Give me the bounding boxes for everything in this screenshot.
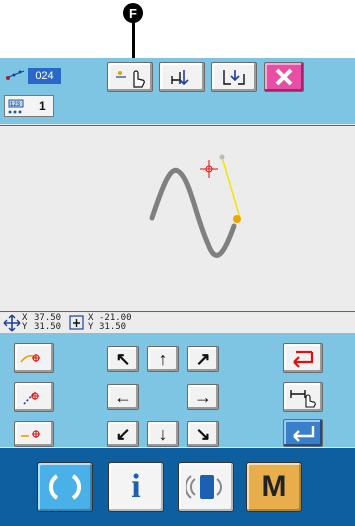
arrow-down-icon: ↓: [158, 424, 168, 444]
stitch-curve: [149, 167, 237, 258]
current-point: [233, 215, 241, 223]
stitch-point-icon: [5, 70, 25, 80]
arrow-up-button[interactable]: ↑: [147, 346, 179, 372]
move-amount-button[interactable]: [283, 382, 323, 412]
arrow-down-right-button[interactable]: ↘: [187, 421, 219, 447]
feed-mode-button[interactable]: [211, 62, 257, 92]
cursor-marker: [200, 160, 218, 178]
enter-icon: [293, 426, 315, 442]
abs-y-label: Y: [22, 322, 28, 332]
rel-y-label: Y: [88, 322, 94, 332]
parameter-field[interactable]: 123 1: [4, 95, 54, 117]
cancel-button[interactable]: [264, 62, 304, 92]
stitch-number: 024: [28, 68, 61, 84]
ready-icon: [49, 474, 81, 500]
svg-text:123: 123: [10, 102, 21, 108]
return-icon: [293, 350, 314, 368]
next-point-icon: [21, 430, 40, 438]
arrow-up-left-button[interactable]: ↖: [107, 346, 139, 372]
move-multi-point-button[interactable]: [14, 382, 54, 412]
information-button[interactable]: i: [108, 462, 164, 512]
guide-line: [221, 156, 241, 219]
stitch-mode-icon: [171, 70, 189, 86]
pattern-canvas[interactable]: [0, 125, 355, 312]
rel-y-value: 31.50: [99, 322, 127, 332]
hand-point-icon: [116, 70, 145, 88]
arrow-left-icon: ←: [114, 387, 132, 407]
coordinate-bar: X Y 37.50 31.50 X Y -21.00 31.50: [0, 313, 355, 333]
multi-point-icon: [23, 391, 39, 405]
communication-button[interactable]: [178, 462, 234, 512]
ready-key-button[interactable]: [37, 462, 93, 512]
absolute-coord-icon: [3, 314, 21, 332]
parameter-icon: 123: [8, 99, 24, 114]
rel-value-col: -21.00 31.50: [99, 314, 132, 332]
arrow-up-right-icon: ↗: [195, 349, 211, 369]
arrow-left-button[interactable]: ←: [107, 384, 139, 410]
close-icon: [275, 68, 293, 86]
info-icon: i: [131, 468, 141, 505]
arrow-up-left-icon: ↖: [115, 349, 131, 369]
move-to-previous-point-button[interactable]: [14, 343, 54, 373]
previous-point-icon: [20, 354, 40, 363]
stitch-mode-button[interactable]: [159, 62, 205, 92]
point-select-button[interactable]: [107, 62, 153, 92]
arrow-down-left-icon: ↙: [115, 424, 131, 444]
abs-y-value: 31.50: [34, 322, 62, 332]
parameter-value: 1: [39, 99, 46, 113]
arrow-down-right-icon: ↘: [195, 424, 211, 444]
arrow-down-left-button[interactable]: ↙: [107, 421, 139, 447]
arrow-down-button[interactable]: ↓: [147, 421, 179, 447]
return-button[interactable]: [283, 343, 323, 373]
menu-label: M: [261, 470, 287, 503]
enter-button[interactable]: [283, 419, 323, 447]
communication-icon: [186, 475, 222, 499]
move-to-next-point-button[interactable]: [14, 421, 54, 447]
rel-label-col: X Y: [88, 314, 93, 332]
feed-mode-icon: [223, 70, 245, 85]
abs-label-col: X Y: [22, 314, 27, 332]
arrow-up-right-button[interactable]: ↗: [187, 346, 219, 372]
arrow-up-icon: ↑: [158, 349, 168, 369]
move-amount-icon: [290, 390, 316, 408]
abs-value-col: 37.50 31.50: [34, 314, 61, 332]
guide-start-point: [219, 154, 225, 160]
pattern-drawing: [149, 154, 241, 258]
arrow-right-button[interactable]: →: [187, 384, 219, 410]
mode-button[interactable]: M: [246, 462, 302, 512]
relative-coord-icon: [69, 315, 84, 330]
arrow-right-icon: →: [194, 387, 212, 407]
callout-f: F: [123, 3, 143, 23]
stitch-number-field: 024: [4, 66, 61, 86]
